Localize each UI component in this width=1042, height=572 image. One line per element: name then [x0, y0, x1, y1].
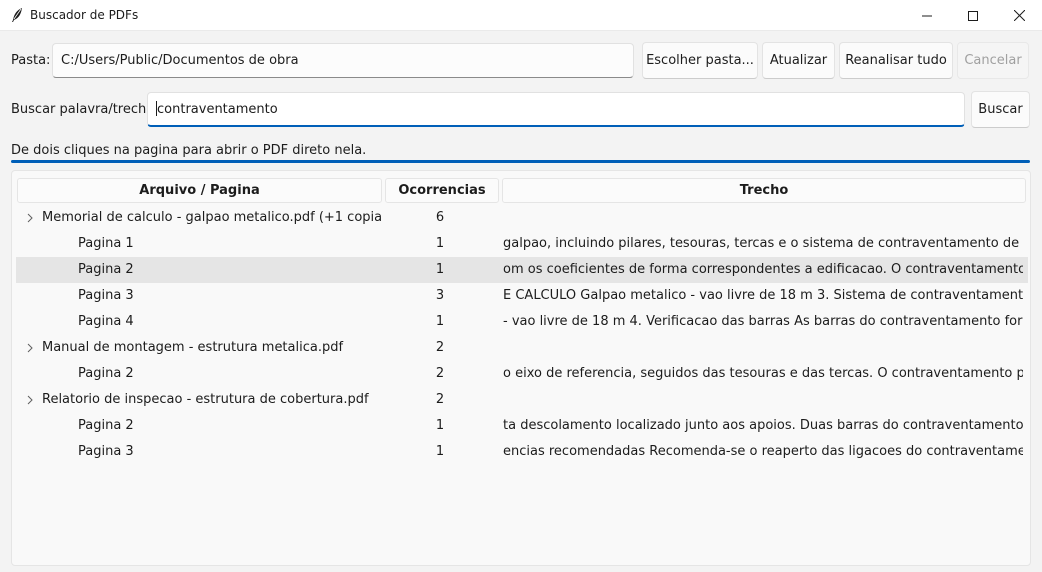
search-label: Buscar palavra/trecho:: [11, 102, 159, 117]
file-name: Relatorio de inspecao - estrutura de cob…: [42, 392, 369, 407]
search-value: contraventamento: [157, 102, 278, 117]
tree-row-page[interactable]: Pagina 2 1 ta descolamento localizado ju…: [16, 413, 1028, 439]
search-button[interactable]: Buscar: [971, 91, 1030, 128]
title-bar: Buscador de PDFs: [0, 0, 1042, 31]
count-cell: 1: [435, 262, 445, 277]
page-name: Pagina 2: [78, 418, 134, 433]
close-button[interactable]: [996, 0, 1042, 31]
file-cell: Manual de montagem - estrutura metalica.…: [16, 335, 382, 361]
close-icon: [1013, 10, 1025, 21]
page-name: Pagina 1: [78, 236, 134, 251]
chevron-right-icon[interactable]: [24, 342, 36, 354]
count-cell: 1: [435, 236, 445, 251]
feather-icon: [12, 8, 22, 22]
maximize-icon: [968, 10, 978, 21]
maximize-button[interactable]: [950, 0, 996, 31]
file-cell: Pagina 1: [16, 231, 382, 257]
minimize-button[interactable]: [904, 0, 950, 31]
file-cell: Pagina 2: [16, 413, 382, 439]
snippet-cell: ta descolamento localizado junto aos apo…: [503, 418, 1023, 433]
tree-row-page[interactable]: Pagina 4 1 - vao livre de 18 m 4. Verifi…: [16, 309, 1028, 335]
snippet-cell: om os coeficientes de forma corresponden…: [503, 262, 1023, 277]
cancel-button[interactable]: Cancelar: [957, 42, 1029, 79]
count-cell: 2: [435, 366, 445, 381]
reanalyze-all-button[interactable]: Reanalisar tudo: [839, 42, 953, 79]
choose-folder-button[interactable]: Escolher pasta...: [642, 42, 758, 79]
tree-row-file[interactable]: Memorial de calculo - galpao metalico.pd…: [16, 205, 1028, 231]
chevron-right-icon[interactable]: [24, 394, 36, 406]
tree-row-file[interactable]: Manual de montagem - estrutura metalica.…: [16, 335, 1028, 361]
tree-row-page-selected[interactable]: Pagina 2 1 om os coeficientes de forma c…: [16, 257, 1028, 283]
snippet-cell: [503, 335, 1023, 361]
count-cell: 3: [435, 288, 445, 303]
count-cell: 2: [435, 392, 445, 407]
file-cell: Pagina 2: [16, 257, 382, 283]
tree-row-page[interactable]: Pagina 3 3 E CALCULO Galpao metalico - v…: [16, 283, 1028, 309]
column-header-snippet[interactable]: Trecho: [502, 178, 1026, 203]
folder-label: Pasta:: [11, 53, 51, 68]
count-cell: 6: [435, 210, 445, 225]
minimize-icon: [922, 15, 932, 16]
results-tree[interactable]: Arquivo / Pagina Ocorrencias Trecho Memo…: [11, 170, 1031, 566]
snippet-cell: - vao livre de 18 m 4. Verificacao das b…: [503, 314, 1023, 329]
file-cell: Pagina 2: [16, 361, 382, 387]
file-cell: Pagina 3: [16, 439, 382, 465]
page-name: Pagina 2: [78, 366, 134, 381]
page-name: Pagina 4: [78, 314, 134, 329]
tree-row-page[interactable]: Pagina 1 1 galpao, incluindo pilares, te…: [16, 231, 1028, 257]
file-cell: Relatorio de inspecao - estrutura de cob…: [16, 387, 382, 413]
file-name: Memorial de calculo - galpao metalico.pd…: [42, 210, 382, 225]
refresh-button[interactable]: Atualizar: [762, 42, 835, 79]
progress-bar: [11, 160, 1030, 163]
column-header-count[interactable]: Ocorrencias: [385, 178, 499, 203]
snippet-cell: o eixo de referencia, seguidos das tesou…: [503, 366, 1023, 381]
column-header-file[interactable]: Arquivo / Pagina: [17, 178, 382, 203]
chevron-right-icon[interactable]: [24, 212, 36, 224]
tree-row-page[interactable]: Pagina 2 2 o eixo de referencia, seguido…: [16, 361, 1028, 387]
count-cell: 1: [435, 444, 445, 459]
count-cell: 1: [435, 314, 445, 329]
tree-row-file[interactable]: Relatorio de inspecao - estrutura de cob…: [16, 387, 1028, 413]
snippet-cell: galpao, incluindo pilares, tesouras, ter…: [503, 236, 1023, 251]
page-name: Pagina 3: [78, 288, 134, 303]
snippet-cell: [503, 387, 1023, 413]
file-name: Manual de montagem - estrutura metalica.…: [42, 340, 344, 355]
window-title: Buscador de PDFs: [30, 8, 139, 22]
count-cell: 2: [435, 340, 445, 355]
tree-row-page[interactable]: Pagina 3 1 encias recomendadas Recomenda…: [16, 439, 1028, 465]
snippet-cell: encias recomendadas Recomenda-se o reape…: [503, 444, 1023, 459]
hint-text: De dois cliques na pagina para abrir o P…: [11, 143, 367, 158]
count-cell: 1: [435, 418, 445, 433]
file-cell: Memorial de calculo - galpao metalico.pd…: [16, 205, 382, 231]
text-caret: [156, 101, 157, 116]
file-cell: Pagina 3: [16, 283, 382, 309]
page-name: Pagina 2: [78, 262, 134, 277]
page-name: Pagina 3: [78, 444, 134, 459]
search-input[interactable]: contraventamento: [147, 92, 965, 127]
file-cell: Pagina 4: [16, 309, 382, 335]
folder-path-field[interactable]: C:/Users/Public/Documentos de obra: [52, 43, 634, 78]
main-surface: Pasta: C:/Users/Public/Documentos de obr…: [0, 31, 1042, 572]
folder-path-value: C:/Users/Public/Documentos de obra: [61, 53, 299, 68]
snippet-cell: E CALCULO Galpao metalico - vao livre de…: [503, 288, 1023, 303]
snippet-cell: [503, 205, 1023, 231]
